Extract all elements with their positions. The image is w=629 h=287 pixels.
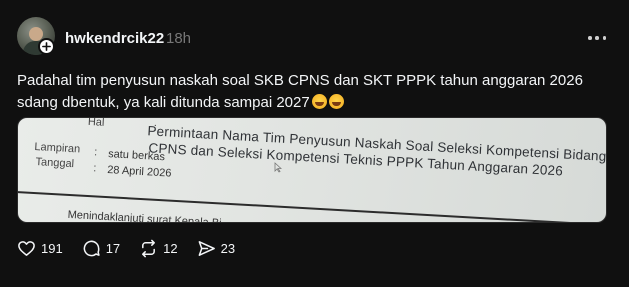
repost-icon	[142, 239, 156, 257]
heart-icon	[18, 240, 35, 256]
send-icon	[198, 240, 215, 256]
timestamp[interactable]: 18h	[166, 30, 191, 47]
action-bar: 191 17 12 23	[17, 238, 254, 258]
doc-tanggal-value: 28 April 2026	[106, 164, 172, 180]
dot-icon	[588, 36, 592, 40]
rolling-laughing-emoji-icon	[311, 94, 327, 109]
doc-lampiran-label: Lampiran	[34, 140, 81, 156]
attached-image[interactable]: Hal : Permintaan Nama Tim Penyusun Naska…	[17, 117, 607, 223]
repost-button[interactable]: 12	[139, 239, 178, 258]
document-photo: Hal : Permintaan Nama Tim Penyusun Naska…	[18, 117, 606, 223]
doc-colon: :	[92, 162, 97, 175]
plus-icon	[42, 42, 51, 51]
doc-lampiran-value: satu berkas	[107, 148, 166, 164]
doc-hal-label: Hal	[87, 117, 105, 129]
like-button[interactable]: 191	[17, 239, 63, 258]
doc-footer-text: Menindaklanjuti surat Kepala Bi	[67, 208, 222, 223]
reply-count: 17	[105, 240, 121, 256]
post-body: Padahal tim penyusun naskah soal SKB CPN…	[17, 72, 583, 111]
dot-icon	[602, 36, 606, 40]
dot-icon	[595, 36, 599, 40]
thread-post: hwkendrcik22 18h Padahal tim penyusun na…	[0, 0, 629, 287]
post-text: Padahal tim penyusun naskah soal SKB CPN…	[17, 70, 617, 114]
like-count: 191	[41, 240, 63, 256]
more-options-button[interactable]	[588, 36, 606, 40]
cursor-icon	[274, 162, 283, 176]
comment-icon	[83, 240, 100, 256]
doc-tanggal-label: Tanggal	[35, 156, 75, 171]
repost-count: 12	[163, 240, 178, 256]
username[interactable]: hwkendrcik22	[65, 30, 164, 47]
follow-button[interactable]	[38, 38, 55, 55]
rolling-laughing-emoji-icon	[328, 94, 344, 109]
share-button[interactable]: 23	[197, 239, 235, 258]
reply-button[interactable]: 17	[82, 239, 120, 258]
doc-colon: :	[93, 146, 98, 159]
share-count: 23	[220, 240, 236, 256]
